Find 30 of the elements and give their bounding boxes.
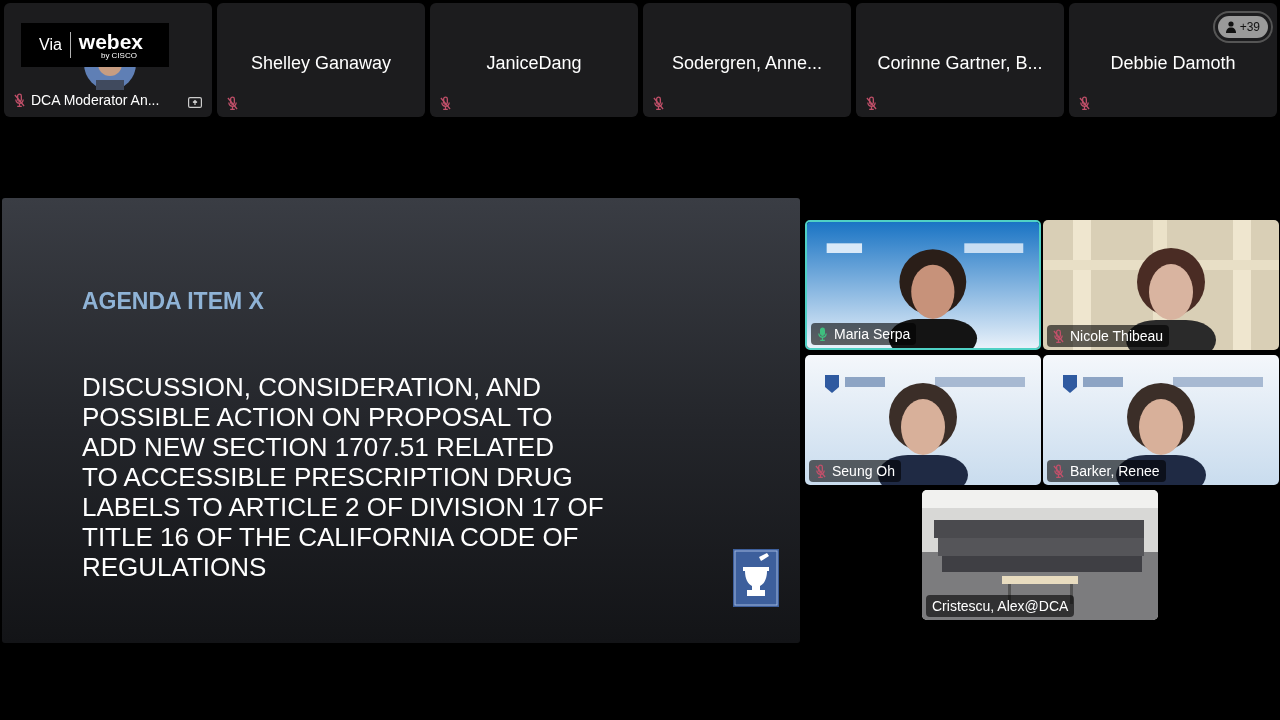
webex-wordmark: webex [78,30,144,52]
mortar-pestle-icon [733,549,779,607]
slide-body-text: DISCUSSION, CONSIDERATION, AND POSSIBLE ACTION ON PROPOSAL TO ADD NEW SECTION 1707.51 RELATED TO ACCESSIBLE PRESCRIPTION DRUG LABELS TO ARTICLE 2 OF DIVISION 17 OF TITLE 16 OF THE CALIFORNIA CODE OF REGULATIONS [82,372,604,582]
name-label: Maria Serpa [811,323,917,345]
participant-name: JaniceDang [485,52,583,75]
byline: by CISCO [100,51,137,60]
participant-tile[interactable]: Debbie Damoth +39 [1069,3,1277,117]
participant-tile[interactable]: Via webex by CISCO DCA Moderator An... [4,3,212,117]
participant-name: Shelley Ganaway [249,52,393,75]
name-label: Cristescu, Alex@DCA [926,595,1075,617]
participant-tile[interactable]: Corinne Gartner, B... [856,3,1064,117]
video-tile[interactable]: Maria Serpa [805,220,1041,350]
more-participants-button[interactable]: +39 [1217,16,1268,38]
video-tile[interactable]: Seung Oh [805,355,1041,485]
participant-name: Sodergren, Anne... [670,52,824,75]
participant-name: Corinne Gartner, B... [876,52,1044,75]
participant-tile[interactable]: JaniceDang [430,3,638,117]
name-label: Seung Oh [809,460,902,482]
participant-name: Debbie Damoth [1109,52,1237,75]
video-tile[interactable]: Cristescu, Alex@DCA [922,490,1158,620]
person-icon [1225,21,1236,33]
via-label: Via [39,35,62,55]
video-tile[interactable]: Nicole Thibeau [1043,220,1279,350]
slide-title: AGENDA ITEM X [82,287,264,316]
name-label: Barker, Renee [1047,460,1166,482]
participant-tile[interactable]: Sodergren, Anne... [643,3,851,117]
video-tile[interactable]: Barker, Renee [1043,355,1279,485]
participant-tile[interactable]: Shelley Ganaway [217,3,425,117]
name-label: Nicole Thibeau [1047,325,1170,347]
participant-name: DCA Moderator An... [31,91,160,110]
